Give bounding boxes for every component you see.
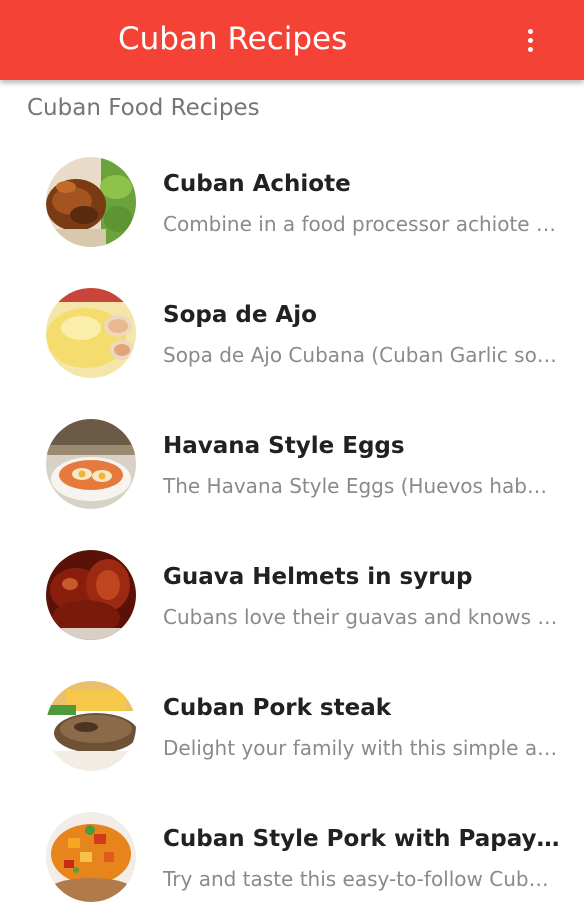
recipe-thumbnail-garlic-soup <box>46 288 136 378</box>
app-bar: Cuban Recipes <box>0 0 584 80</box>
recipe-item-guava-helmets[interactable]: Guava Helmets in syrup Cubans love their… <box>0 530 584 661</box>
more-vert-icon-dot-3 <box>527 46 533 52</box>
recipe-thumbnail-guava-shells <box>46 550 136 640</box>
more-vert-icon-dot-1 <box>527 28 533 34</box>
recipe-thumbnail-baked-eggs <box>46 419 136 509</box>
recipe-list: Cuban Achiote Combine in a food processo… <box>0 137 584 923</box>
recipe-item-havana-style-eggs[interactable]: Havana Style Eggs The Havana Style Eggs … <box>0 399 584 530</box>
overflow-menu-button[interactable] <box>510 20 550 60</box>
recipe-title: Cuban Achiote <box>163 171 351 197</box>
recipe-item-cuban-achiote[interactable]: Cuban Achiote Combine in a food processo… <box>0 137 584 268</box>
recipe-description: Delight your family with this simple and… <box>163 736 558 760</box>
recipe-title: Sopa de Ajo <box>163 302 317 328</box>
recipe-title: Cuban Style Pork with Papaya Salsa <box>163 826 563 852</box>
section-header: Cuban Food Recipes <box>27 95 260 121</box>
recipe-thumbnail-pork-steak <box>46 681 136 771</box>
recipe-thumbnail-papaya-salsa <box>46 812 136 902</box>
more-vert-icon-dot-2 <box>527 37 533 43</box>
recipe-item-pork-with-papaya-salsa[interactable]: Cuban Style Pork with Papaya Salsa Try a… <box>0 792 584 923</box>
recipe-title: Cuban Pork steak <box>163 695 392 721</box>
recipe-thumbnail-grilled-chicken <box>46 157 136 247</box>
recipe-item-cuban-pork-steak[interactable]: Cuban Pork steak Delight your family wit… <box>0 661 584 792</box>
recipe-item-sopa-de-ajo[interactable]: Sopa de Ajo Sopa de Ajo Cubana (Cuban Ga… <box>0 268 584 399</box>
recipe-title: Guava Helmets in syrup <box>163 564 473 590</box>
recipe-description: Try and taste this easy-to-follow Cuban … <box>163 867 558 891</box>
recipe-title: Havana Style Eggs <box>163 433 405 459</box>
app-title: Cuban Recipes <box>118 21 348 57</box>
recipe-description: Sopa de Ajo Cubana (Cuban Garlic soup) <box>163 343 558 367</box>
recipe-description: Cubans love their guavas and knows how t… <box>163 605 558 629</box>
recipe-description: Combine in a food processor achiote seed… <box>163 212 558 236</box>
recipe-description: The Havana Style Eggs (Huevos habaneros) <box>163 474 558 498</box>
